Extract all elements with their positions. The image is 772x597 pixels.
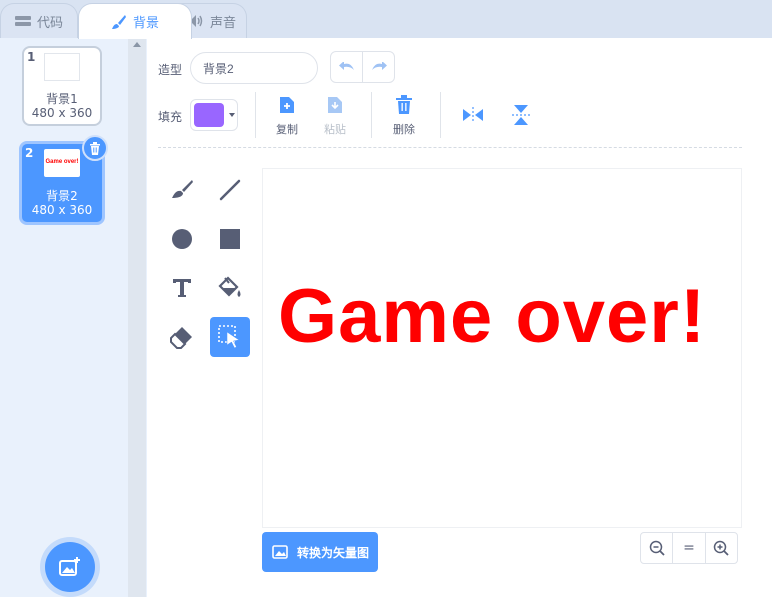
backdrop-name: 背景1 [46,92,78,106]
editor-tabs: 代码 背景 声音 [0,0,772,39]
select-icon [218,325,240,349]
backdrop-number: 2 [25,146,34,160]
zoom-reset-button[interactable]: = [672,533,704,563]
zoom-controls: = [640,532,738,564]
scroll-up-arrow[interactable] [133,42,141,47]
delete-label: 删除 [393,123,415,136]
flip-horizontal-button[interactable] [453,95,493,135]
image-icon [272,545,288,559]
paste-icon [328,97,342,113]
add-image-icon [59,557,80,576]
toolbar-divider [158,147,742,148]
zoom-in-button[interactable] [704,533,737,563]
divider [371,92,372,138]
brush-icon [172,180,193,198]
flip-horizontal-icon [463,107,483,123]
divider [255,92,256,138]
canvas-text[interactable]: Game over! [278,273,706,360]
paint-canvas[interactable]: Game over! [262,168,742,528]
rectangle-tool[interactable] [210,219,250,259]
line-icon [219,179,241,201]
paste-label: 粘贴 [324,123,346,136]
tab-backdrops-label: 背景 [132,16,159,31]
circle-tool[interactable] [162,219,202,259]
fill-label: 填充 [158,110,183,124]
delete-button[interactable]: 删除 [384,95,424,137]
copy-button[interactable]: 复制 [267,95,307,137]
tab-code[interactable]: 代码 [0,3,78,38]
choose-backdrop-button[interactable] [45,542,95,592]
tab-sounds-label: 声音 [209,15,236,31]
costume-label: 造型 [158,63,183,77]
backdrop-size: 480 x 360 [31,106,93,120]
backdrop-list-scrollbar[interactable] [128,38,146,597]
zoom-out-button[interactable] [641,533,672,563]
undo-button[interactable] [331,52,362,82]
backdrop-preview-text: Game over! [45,159,79,165]
trash-icon [90,141,100,155]
undo-icon [338,62,354,70]
rectangle-icon [220,229,240,249]
copy-icon [280,97,294,113]
redo-icon [371,62,387,70]
backdrop-preview [44,53,80,81]
copy-label: 复制 [276,123,298,136]
zoom-out-icon [649,540,665,556]
fill-color-picker[interactable] [190,99,238,131]
brush-tool[interactable] [162,170,202,210]
line-tool[interactable] [210,170,250,210]
backdrop-item-1[interactable]: 1 背景1 480 x 360 [22,46,102,126]
undo-redo-group [330,51,395,83]
eraser-icon [170,327,192,349]
redo-button[interactable] [362,52,394,82]
backdrop-preview: Game over! [44,149,80,177]
text-tool[interactable] [162,268,202,308]
eraser-tool[interactable] [162,317,202,357]
fill-tool[interactable] [210,268,250,308]
brush-icon [111,14,126,29]
flip-vertical-icon [512,105,530,125]
paste-button[interactable]: 粘贴 [315,95,355,137]
tab-code-label: 代码 [36,15,63,31]
text-icon [173,279,191,297]
convert-to-vector-button[interactable]: 转换为矢量图 [262,532,378,572]
circle-icon [172,229,192,249]
convert-to-vector-label: 转换为矢量图 [297,545,370,560]
backdrop-size: 480 x 360 [31,203,93,217]
flip-vertical-button[interactable] [501,95,541,135]
tab-backdrops[interactable]: 背景 [78,3,192,39]
divider [440,92,441,138]
backdrop-number: 1 [27,50,36,64]
backdrop-name: 背景2 [46,189,78,203]
code-icon [14,16,31,26]
paint-bucket-icon [218,276,241,297]
chevron-down-icon [229,113,235,117]
select-tool[interactable] [210,317,250,357]
costume-name-input[interactable] [190,52,318,84]
fill-color-swatch [194,103,224,127]
delete-backdrop-button[interactable] [82,135,108,161]
zoom-in-icon [714,540,729,556]
trash-icon [396,95,412,114]
